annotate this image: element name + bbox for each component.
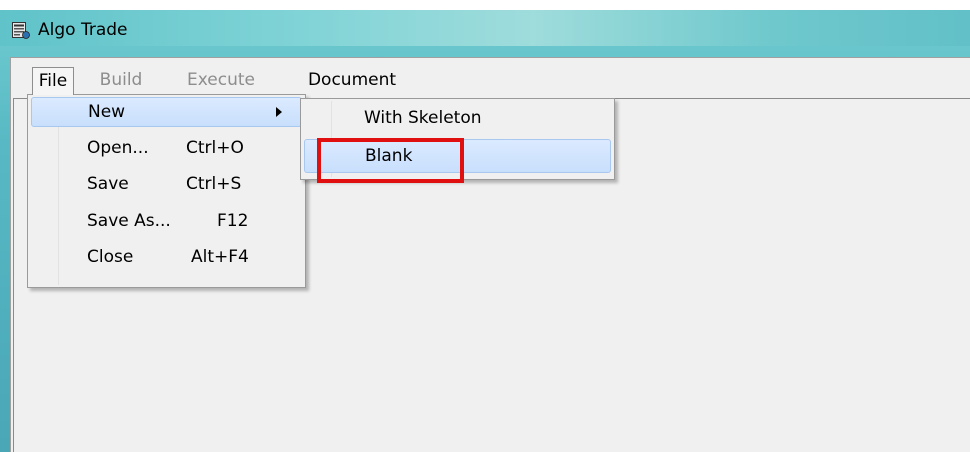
menu-item-shortcut: Ctrl+O — [186, 138, 244, 158]
menu-item-new[interactable]: New — [31, 97, 302, 127]
menu-item-save-as[interactable]: Save As... F12 — [31, 207, 302, 237]
menu-execute[interactable]: Execute — [171, 67, 271, 95]
menu-item-label: Close — [87, 247, 134, 267]
menu-item-shortcut: Alt+F4 — [191, 247, 249, 267]
menu-item-save[interactable]: Save Ctrl+S — [31, 170, 302, 200]
submenu-arrow-icon — [276, 107, 282, 117]
menu-item-open[interactable]: Open... Ctrl+O — [31, 134, 302, 164]
menu-item-label: Save As... — [87, 211, 171, 231]
menu-item-close[interactable]: Close Alt+F4 — [31, 243, 302, 273]
submenu-item-label: With Skeleton — [364, 108, 482, 128]
menu-item-label: Open... — [87, 138, 149, 158]
menu-item-label: New — [88, 102, 126, 122]
submenu-item-with-skeleton[interactable]: With Skeleton — [304, 102, 611, 136]
window-title: Algo Trade — [38, 20, 128, 40]
file-menu-dropdown: New Open... Ctrl+O Save Ctrl+S Save As..… — [27, 94, 306, 288]
red-highlight-box — [317, 138, 464, 183]
menu-item-label: Save — [87, 174, 129, 194]
title-bar[interactable]: Algo Trade — [0, 10, 970, 46]
menu-item-shortcut: F12 — [217, 211, 249, 231]
menu-file[interactable]: File — [32, 67, 74, 95]
menu-build[interactable]: Build — [91, 67, 151, 95]
menu-item-shortcut: Ctrl+S — [186, 174, 242, 194]
menu-document[interactable]: Document — [292, 67, 412, 95]
menu-bar: File Build Execute Document — [11, 58, 970, 98]
app-window-icon[interactable] — [12, 22, 30, 39]
top-margin — [0, 0, 970, 10]
